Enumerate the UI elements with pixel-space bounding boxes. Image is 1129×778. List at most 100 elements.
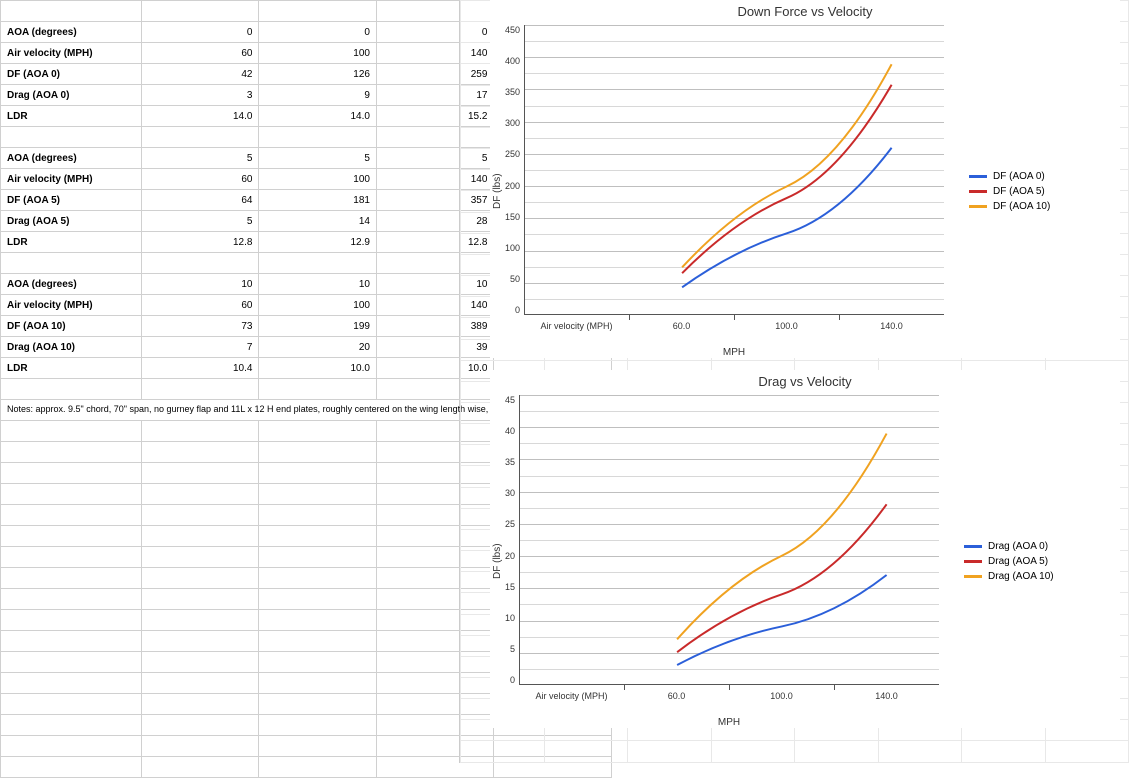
cell[interactable] [259, 589, 376, 610]
cell[interactable] [1, 1, 142, 22]
cell[interactable] [141, 610, 258, 631]
cell-value[interactable]: 100 [259, 169, 376, 190]
row-label[interactable]: Drag (AOA 10) [1, 337, 142, 358]
cell[interactable] [141, 736, 258, 757]
cell-value[interactable]: 60 [141, 169, 258, 190]
cell[interactable] [259, 1, 376, 22]
cell[interactable] [259, 442, 376, 463]
cell[interactable] [259, 526, 376, 547]
row-label[interactable]: DF (AOA 0) [1, 64, 142, 85]
cell-value[interactable]: 5 [259, 148, 376, 169]
cell-value[interactable]: 60 [141, 295, 258, 316]
cell-value[interactable]: 100 [259, 43, 376, 64]
cell[interactable] [259, 610, 376, 631]
cell[interactable] [1, 715, 142, 736]
cell[interactable] [1, 568, 142, 589]
cell-value[interactable]: 14.0 [259, 106, 376, 127]
cell-value[interactable]: 199 [259, 316, 376, 337]
cell[interactable] [259, 127, 376, 148]
row-label[interactable]: DF (AOA 5) [1, 190, 142, 211]
cell[interactable] [1, 610, 142, 631]
cell[interactable] [141, 127, 258, 148]
cell[interactable] [1, 127, 142, 148]
cell-value[interactable]: 10.4 [141, 358, 258, 379]
cell[interactable] [1, 757, 142, 778]
cell[interactable] [141, 442, 258, 463]
row-label[interactable]: Drag (AOA 5) [1, 211, 142, 232]
row-label[interactable]: Drag (AOA 0) [1, 85, 142, 106]
cell[interactable] [1, 673, 142, 694]
cell[interactable] [141, 484, 258, 505]
cell-value[interactable]: 0 [141, 22, 258, 43]
cell-value[interactable]: 60 [141, 43, 258, 64]
cell[interactable] [1, 421, 142, 442]
row-label[interactable]: AOA (degrees) [1, 274, 142, 295]
cell-value[interactable]: 100 [259, 295, 376, 316]
cell-value[interactable]: 12.9 [259, 232, 376, 253]
cell[interactable] [259, 568, 376, 589]
cell[interactable] [141, 253, 258, 274]
cell-value[interactable]: 20 [259, 337, 376, 358]
cell[interactable] [1, 463, 142, 484]
row-label[interactable]: Air velocity (MPH) [1, 295, 142, 316]
cell-value[interactable]: 181 [259, 190, 376, 211]
cell[interactable] [141, 547, 258, 568]
cell-value[interactable]: 5 [141, 148, 258, 169]
cell[interactable] [259, 673, 376, 694]
row-label[interactable]: Air velocity (MPH) [1, 169, 142, 190]
cell[interactable] [141, 673, 258, 694]
cell[interactable] [1, 694, 142, 715]
cell[interactable] [1, 379, 142, 400]
cell[interactable] [1, 484, 142, 505]
cell-value[interactable]: 64 [141, 190, 258, 211]
cell[interactable] [1, 631, 142, 652]
cell[interactable] [141, 757, 258, 778]
cell[interactable] [141, 694, 258, 715]
row-label[interactable]: AOA (degrees) [1, 148, 142, 169]
cell[interactable] [141, 379, 258, 400]
cell-value[interactable]: 3 [141, 85, 258, 106]
cell[interactable] [259, 463, 376, 484]
cell[interactable] [141, 421, 258, 442]
cell[interactable] [1, 547, 142, 568]
cell-value[interactable]: 9 [259, 85, 376, 106]
row-label[interactable]: LDR [1, 358, 142, 379]
cell-value[interactable]: 14.0 [141, 106, 258, 127]
cell-value[interactable]: 10 [259, 274, 376, 295]
cell[interactable] [141, 1, 258, 22]
row-label[interactable]: AOA (degrees) [1, 22, 142, 43]
cell[interactable] [141, 463, 258, 484]
cell[interactable] [1, 589, 142, 610]
cell-value[interactable]: 5 [141, 211, 258, 232]
cell[interactable] [1, 505, 142, 526]
row-label[interactable]: LDR [1, 106, 142, 127]
cell-value[interactable]: 12.8 [141, 232, 258, 253]
cell[interactable] [141, 505, 258, 526]
cell[interactable] [1, 652, 142, 673]
row-label[interactable]: Air velocity (MPH) [1, 43, 142, 64]
cell[interactable] [259, 715, 376, 736]
cell-value[interactable]: 10.0 [259, 358, 376, 379]
cell[interactable] [259, 547, 376, 568]
cell[interactable] [141, 652, 258, 673]
cell[interactable] [141, 715, 258, 736]
cell-value[interactable]: 0 [259, 22, 376, 43]
cell-value[interactable]: 10 [141, 274, 258, 295]
cell[interactable] [259, 652, 376, 673]
cell[interactable] [259, 505, 376, 526]
cell[interactable] [259, 484, 376, 505]
cell[interactable] [259, 379, 376, 400]
cell[interactable] [141, 526, 258, 547]
cell[interactable] [141, 631, 258, 652]
cell[interactable] [1, 253, 142, 274]
cell[interactable] [259, 694, 376, 715]
cell[interactable] [259, 736, 376, 757]
cell[interactable] [1, 736, 142, 757]
cell-value[interactable]: 14 [259, 211, 376, 232]
cell-value[interactable]: 7 [141, 337, 258, 358]
cell[interactable] [141, 589, 258, 610]
cell-value[interactable]: 73 [141, 316, 258, 337]
cell-value[interactable]: 126 [259, 64, 376, 85]
cell[interactable] [259, 253, 376, 274]
cell[interactable] [259, 757, 376, 778]
